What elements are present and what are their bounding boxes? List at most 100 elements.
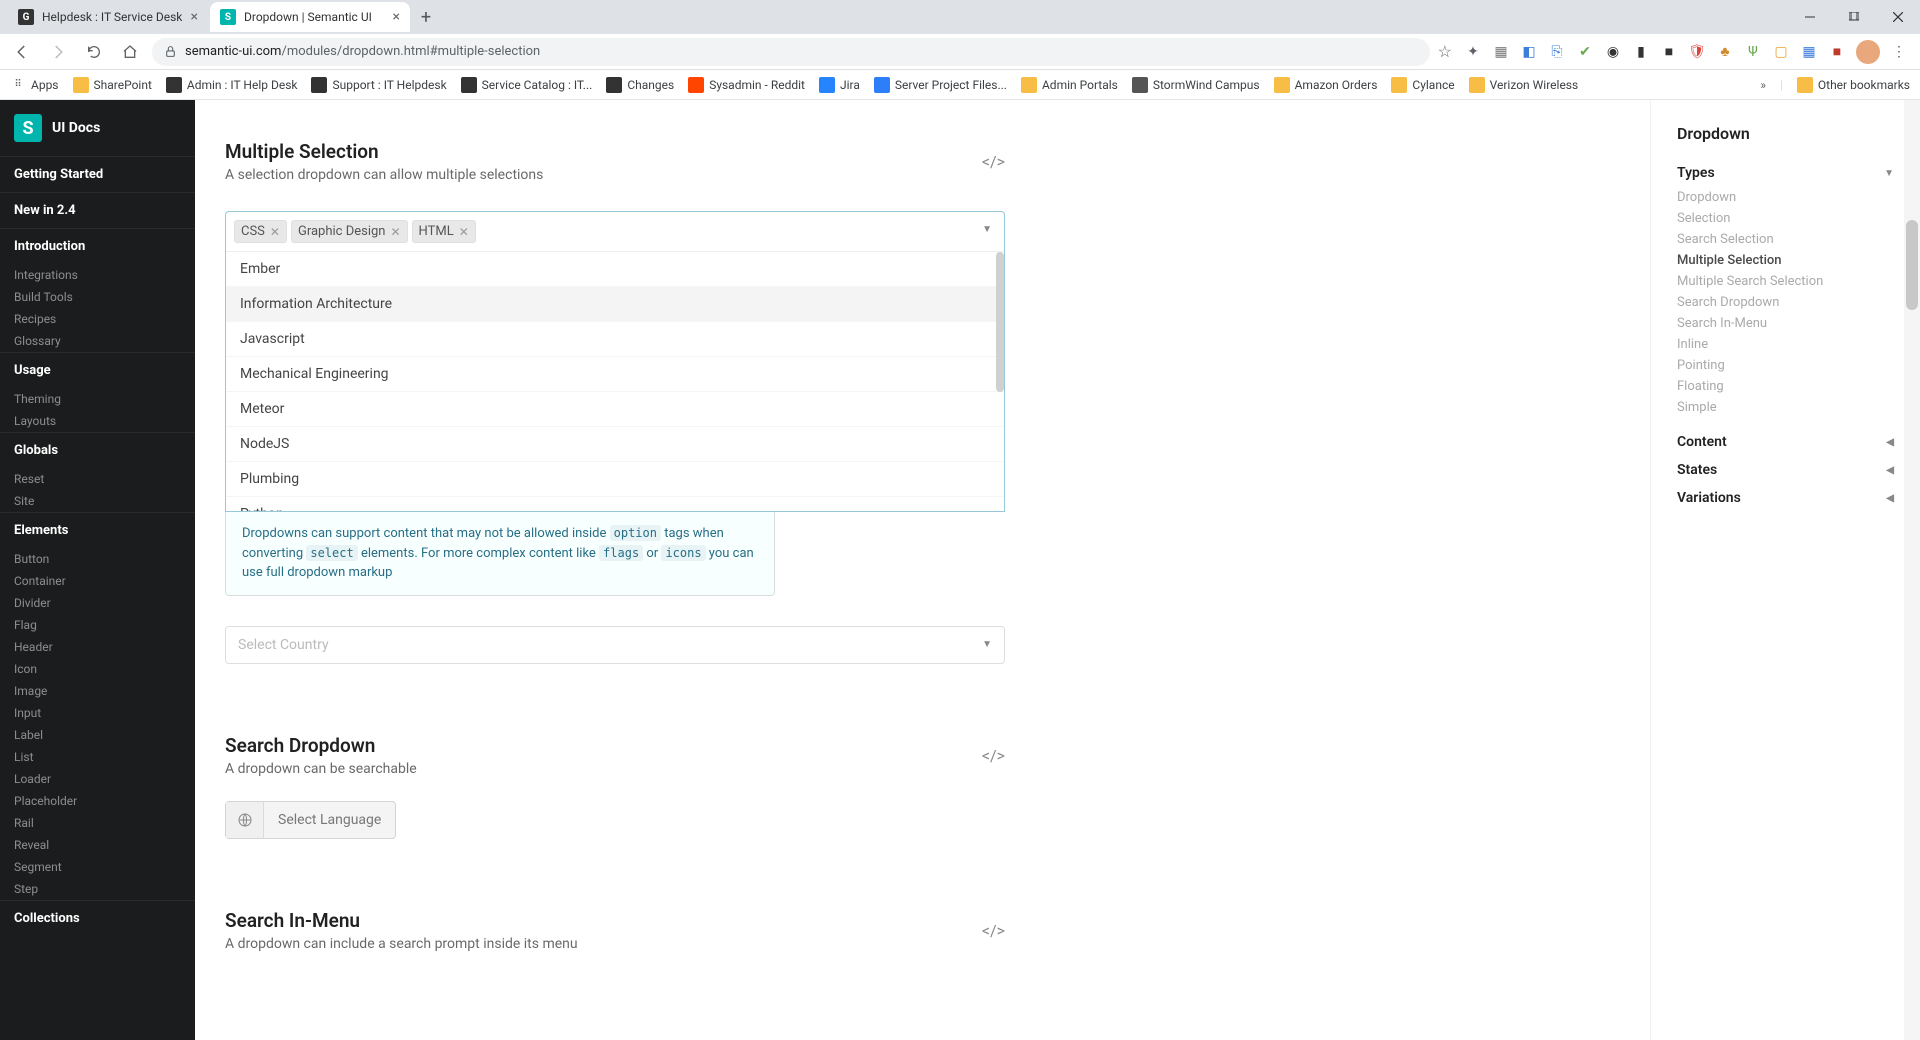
page-scrollbar[interactable]: [1904, 100, 1920, 1040]
scrollbar-thumb[interactable]: [996, 252, 1004, 392]
bookmark-item[interactable]: Admin : IT Help Desk: [166, 77, 298, 93]
close-window-button[interactable]: [1876, 1, 1920, 33]
sidebar-item[interactable]: Flag: [0, 614, 195, 636]
toc-group[interactable]: Variations◀: [1677, 484, 1894, 512]
toc-group[interactable]: States◀: [1677, 456, 1894, 484]
extension-icon[interactable]: Ψ: [1744, 43, 1762, 61]
toc-item[interactable]: Selection: [1677, 208, 1894, 229]
sidebar-item[interactable]: Button: [0, 548, 195, 570]
other-bookmarks[interactable]: Other bookmarks: [1797, 77, 1910, 93]
toc-item[interactable]: Inline: [1677, 334, 1894, 355]
bookmark-item[interactable]: Changes: [606, 77, 674, 93]
scrollbar-thumb[interactable]: [1906, 220, 1918, 310]
sidebar-item[interactable]: Recipes: [0, 308, 195, 330]
sidebar-item[interactable]: Step: [0, 878, 195, 900]
sidebar-item[interactable]: Image: [0, 680, 195, 702]
close-icon[interactable]: ×: [393, 9, 400, 25]
sidebar-item[interactable]: Header: [0, 636, 195, 658]
extension-icon[interactable]: ▦: [1492, 43, 1510, 61]
dropdown-option[interactable]: Information Architecture: [226, 286, 1004, 321]
remove-icon[interactable]: ✕: [270, 225, 280, 239]
sidebar-header[interactable]: Globals: [0, 432, 195, 468]
maximize-button[interactable]: [1832, 1, 1876, 33]
back-button[interactable]: [8, 38, 36, 66]
brand[interactable]: S UI Docs: [0, 100, 195, 156]
bookmark-item[interactable]: SharePoint: [73, 77, 152, 93]
sidebar-item[interactable]: Integrations: [0, 264, 195, 286]
sidebar-header[interactable]: Elements: [0, 512, 195, 548]
sidebar-item[interactable]: Layouts: [0, 410, 195, 432]
sidebar-item[interactable]: Reset: [0, 468, 195, 490]
chevron-down-icon[interactable]: ▼: [982, 224, 992, 235]
sidebar-item[interactable]: Input: [0, 702, 195, 724]
apps-button[interactable]: ⠿Apps: [10, 77, 59, 93]
dropdown-option[interactable]: NodeJS: [226, 426, 1004, 461]
scrollbar-track[interactable]: [996, 252, 1004, 511]
forward-button[interactable]: [44, 38, 72, 66]
remove-icon[interactable]: ✕: [459, 225, 469, 239]
sidebar-item[interactable]: Build Tools: [0, 286, 195, 308]
profile-avatar[interactable]: [1856, 40, 1880, 64]
remove-icon[interactable]: ✕: [390, 225, 400, 239]
bookmark-item[interactable]: Amazon Orders: [1274, 77, 1378, 93]
sidebar-item[interactable]: Site: [0, 490, 195, 512]
sidebar-item[interactable]: List: [0, 746, 195, 768]
toc-item[interactable]: Search In-Menu: [1677, 313, 1894, 334]
sidebar-header[interactable]: Getting Started: [0, 156, 195, 192]
bookmark-overflow[interactable]: »: [1760, 78, 1766, 92]
bookmark-item[interactable]: Service Catalog : IT...: [461, 77, 593, 93]
sidebar-header[interactable]: New in 2.4: [0, 192, 195, 228]
sidebar-item[interactable]: Rail: [0, 812, 195, 834]
dropdown-option[interactable]: Mechanical Engineering: [226, 356, 1004, 391]
dropdown-option[interactable]: Meteor: [226, 391, 1004, 426]
minimize-button[interactable]: [1788, 1, 1832, 33]
sidebar-item[interactable]: Loader: [0, 768, 195, 790]
toc-item[interactable]: Dropdown: [1677, 187, 1894, 208]
toc-item[interactable]: Multiple Search Selection: [1677, 271, 1894, 292]
sidebar-item[interactable]: Theming: [0, 388, 195, 410]
extension-icon[interactable]: ♣: [1716, 43, 1734, 61]
dropdown-option[interactable]: Plumbing: [226, 461, 1004, 496]
sidebar-item[interactable]: Divider: [0, 592, 195, 614]
dropdown-option[interactable]: Javascript: [226, 321, 1004, 356]
toc-group[interactable]: Content◀: [1677, 428, 1894, 456]
bookmark-item[interactable]: Jira: [819, 77, 860, 93]
extension-icon[interactable]: ✔: [1576, 43, 1594, 61]
bookmark-item[interactable]: Support : IT Helpdesk: [311, 77, 446, 93]
toc-item[interactable]: Pointing: [1677, 355, 1894, 376]
sidebar-header[interactable]: Collections: [0, 900, 195, 936]
toc-item[interactable]: Simple: [1677, 397, 1894, 418]
sidebar-item[interactable]: Icon: [0, 658, 195, 680]
reload-button[interactable]: [80, 38, 108, 66]
bookmark-item[interactable]: Admin Portals: [1021, 77, 1118, 93]
extension-icon[interactable]: ▦: [1800, 43, 1818, 61]
sidebar-item[interactable]: Label: [0, 724, 195, 746]
sidebar-header[interactable]: Usage: [0, 352, 195, 388]
dropdown-option[interactable]: Ember: [226, 252, 1004, 286]
sidebar-item[interactable]: Segment: [0, 856, 195, 878]
toc-item[interactable]: Floating: [1677, 376, 1894, 397]
new-tab-button[interactable]: +: [412, 7, 440, 28]
browser-tab[interactable]: G Helpdesk : IT Service Desk ×: [8, 2, 208, 32]
extension-icon[interactable]: ⎘: [1548, 43, 1566, 61]
kebab-menu-icon[interactable]: ⋮: [1890, 43, 1908, 61]
toc-item[interactable]: Search Selection: [1677, 229, 1894, 250]
close-icon[interactable]: ×: [191, 9, 198, 25]
multi-select-dropdown[interactable]: CSS✕Graphic Design✕HTML✕ ▼ EmberInformat…: [225, 211, 1005, 512]
sidebar-item[interactable]: Glossary: [0, 330, 195, 352]
dropdown-option[interactable]: Python: [226, 496, 1004, 511]
toc-group-types[interactable]: Types▼: [1677, 159, 1894, 187]
extension-icon[interactable]: ■: [1828, 43, 1846, 61]
language-dropdown[interactable]: Select Language: [225, 801, 396, 839]
url-input[interactable]: semantic-ui.com/modules/dropdown.html#mu…: [152, 38, 1430, 66]
extension-icon[interactable]: ✦: [1464, 43, 1482, 61]
code-icon[interactable]: </>: [982, 921, 1005, 940]
selected-chip[interactable]: Graphic Design✕: [291, 220, 408, 243]
browser-tab[interactable]: S Dropdown | Semantic UI ×: [210, 2, 410, 32]
sidebar-item[interactable]: Container: [0, 570, 195, 592]
selected-chip[interactable]: HTML✕: [412, 220, 476, 243]
extension-icon[interactable]: ▮: [1632, 43, 1650, 61]
extension-icon[interactable]: ■: [1660, 43, 1678, 61]
selected-chip[interactable]: CSS✕: [234, 220, 287, 243]
extension-icon[interactable]: ◉: [1604, 43, 1622, 61]
